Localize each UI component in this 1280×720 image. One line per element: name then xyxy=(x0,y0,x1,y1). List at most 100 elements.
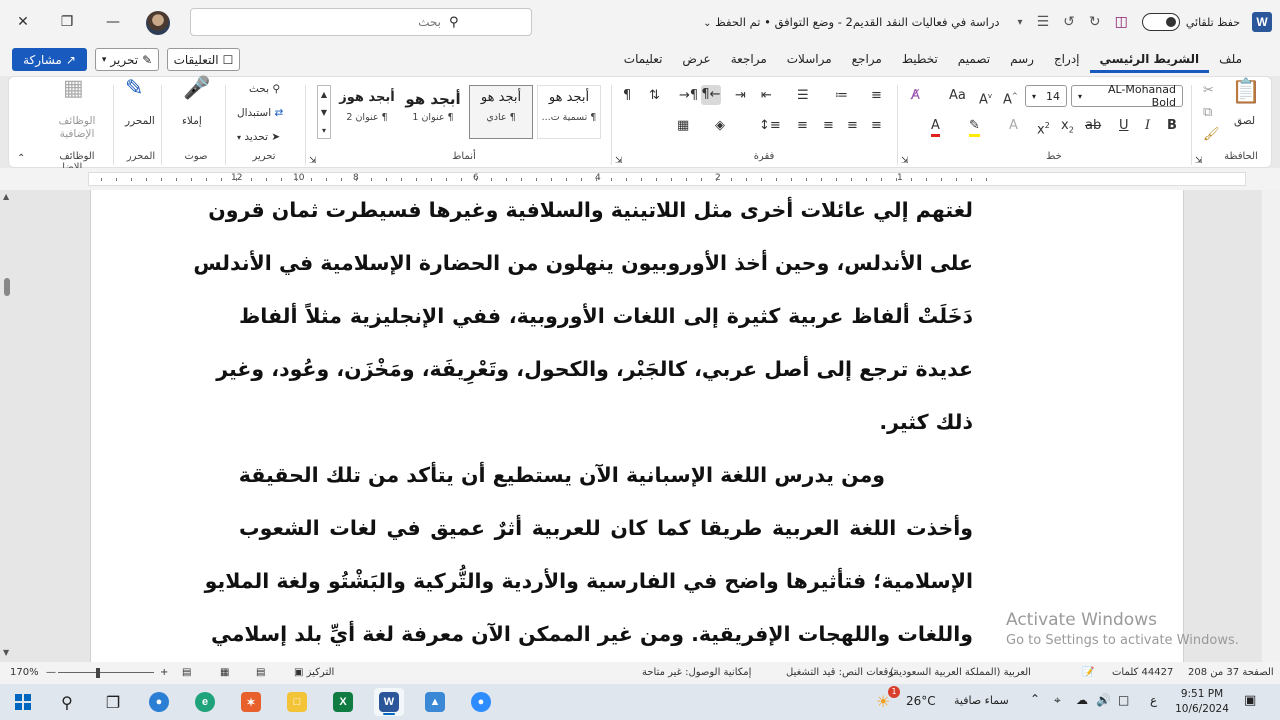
grow-font-icon[interactable]: A^ xyxy=(1003,88,1018,108)
temperature[interactable]: 26°C xyxy=(906,694,936,708)
style-caption[interactable]: أبجد هو ¶ تسمية ت... xyxy=(537,85,601,139)
styles-scroll[interactable]: ▲ ▼ ▾ xyxy=(317,85,331,139)
cut-icon[interactable]: ✂ xyxy=(1203,83,1214,99)
shrink-font-icon[interactable]: Av xyxy=(979,88,992,108)
shading-icon[interactable]: ◈ xyxy=(715,118,725,134)
file-explorer-icon[interactable]: □ xyxy=(282,688,312,716)
focus-button[interactable]: التركيز ▣ xyxy=(294,667,334,678)
paragraph-line[interactable]: دَخَلَتْ ألفاظ عربية كثيرة إلى اللغات ال… xyxy=(239,304,973,344)
restore-button[interactable]: ❐ xyxy=(44,0,90,44)
superscript-icon[interactable]: x2 xyxy=(1037,118,1050,138)
borders-icon[interactable]: ▦ xyxy=(677,118,689,134)
subscript-icon[interactable]: x2 xyxy=(1061,118,1074,139)
document-area[interactable]: لغتهم إلي عائلات أخرى مثل اللاتينية والس… xyxy=(0,190,1262,662)
minimize-button[interactable]: — xyxy=(90,0,136,44)
paragraph-line[interactable]: ذلك كثير. xyxy=(239,410,973,450)
battery-icon[interactable]: □ xyxy=(1118,693,1129,707)
tab-layout[interactable]: تخطيط xyxy=(892,48,948,73)
excel-icon[interactable]: X xyxy=(328,688,358,716)
wifi-icon[interactable]: ⌖ xyxy=(1054,693,1061,708)
change-case-icon[interactable]: Aa xyxy=(949,88,966,104)
scroll-down-icon[interactable]: ▼ xyxy=(3,648,9,657)
read-mode-icon[interactable]: ▤ xyxy=(182,667,191,678)
find-button[interactable]: بحث ⚲ xyxy=(249,83,280,95)
tab-file[interactable]: ملف xyxy=(1209,48,1252,73)
input-language[interactable]: ع xyxy=(1150,693,1157,707)
bullets-icon[interactable]: ≡ xyxy=(871,88,882,104)
addins-icon[interactable]: ▦ xyxy=(63,78,84,100)
highlight-icon[interactable]: ✎ xyxy=(969,118,980,137)
redo-icon[interactable]: ↻ xyxy=(1089,14,1101,30)
align-left-icon[interactable]: ≡ xyxy=(823,118,834,134)
bold-icon[interactable]: B xyxy=(1167,118,1177,134)
tab-home[interactable]: الشريط الرئيسي xyxy=(1089,48,1210,73)
dialog-launcher-icon[interactable]: ⇲ xyxy=(901,153,909,169)
ltr-direction-icon[interactable]: →¶ xyxy=(679,88,698,104)
format-painter-icon[interactable]: 🖌 xyxy=(1203,127,1220,143)
tab-references[interactable]: مراجع xyxy=(842,48,892,73)
language-status[interactable]: العربية (المملكة العربية السعودية) xyxy=(890,667,1031,678)
volume-icon[interactable]: 🔊 xyxy=(1096,693,1111,707)
editor-icon[interactable]: ✎ xyxy=(125,78,143,100)
task-view-icon[interactable]: ❐ xyxy=(98,688,128,716)
zoom-app-icon[interactable]: ● xyxy=(466,688,496,716)
collapse-ribbon-icon[interactable]: ⌃ xyxy=(17,151,25,167)
app-icon[interactable]: ✶ xyxy=(236,688,266,716)
tab-design[interactable]: تصميم xyxy=(948,48,1000,73)
search-input[interactable] xyxy=(191,15,441,29)
share-button[interactable]: مشاركة ↗ xyxy=(12,48,87,71)
select-button[interactable]: ▾ تحديد ➤ xyxy=(237,131,280,143)
tab-mailings[interactable]: مراسلات xyxy=(777,48,842,73)
save-icon[interactable]: ◫ xyxy=(1115,14,1128,30)
autosave[interactable]: حفظ تلقائي xyxy=(1141,13,1240,31)
customize-dropdown-icon[interactable]: ▾ xyxy=(1018,17,1023,28)
dictate-label[interactable]: إملاء xyxy=(182,115,202,127)
scroll-up-icon[interactable]: ▲ xyxy=(3,192,9,201)
document-title[interactable]: دراسة في فعاليات النقد القديم2 - وضع الت… xyxy=(703,15,999,29)
style-heading-2[interactable]: أبجد هوز ¶ عنوان 2 xyxy=(335,85,399,139)
web-layout-icon[interactable]: ▤ xyxy=(256,667,265,678)
document-page[interactable]: لغتهم إلي عائلات أخرى مثل اللاتينية والس… xyxy=(90,190,1184,662)
close-button[interactable]: ✕ xyxy=(0,0,46,44)
replace-button[interactable]: استبدال ⇄ xyxy=(237,107,283,119)
paragraph-line[interactable]: الإسلامية؛ فتأثيرها واضح في الفارسية وال… xyxy=(205,569,973,609)
paragraph-line[interactable]: عديدة ترجع إلى أصل عربي، كالجَبْر، والكح… xyxy=(216,357,973,397)
align-right-icon[interactable]: ≡ xyxy=(871,118,882,134)
zoom-out-icon[interactable]: — xyxy=(46,667,56,678)
tab-draw[interactable]: رسم xyxy=(1000,48,1044,73)
page-count[interactable]: الصفحة 37 من 208 xyxy=(1188,667,1274,678)
font-name-box[interactable]: AL-Mohanad Bold ▾ xyxy=(1071,83,1183,109)
edge-icon[interactable]: e xyxy=(190,688,220,716)
list-icon[interactable]: ☰ xyxy=(1037,14,1050,30)
text-effects-icon[interactable]: A xyxy=(1009,118,1018,134)
scrollbar-thumb[interactable] xyxy=(4,278,10,296)
paragraph-line[interactable]: واللغات واللهجات الإفريقية. ومن غير المم… xyxy=(211,622,973,662)
increase-indent-icon[interactable]: ⇥ xyxy=(735,88,746,104)
decrease-indent-icon[interactable]: ⇤ xyxy=(761,88,772,104)
accessibility-status[interactable]: إمكانية الوصول: غير متاحة xyxy=(642,667,751,678)
copy-icon[interactable]: ⧉ xyxy=(1203,105,1212,121)
tab-insert[interactable]: إدراج xyxy=(1044,48,1090,73)
print-layout-icon[interactable]: ▦ xyxy=(220,667,229,678)
vertical-scrollbar[interactable] xyxy=(1262,190,1280,662)
editing-mode-button[interactable]: ▾ تحرير ✎ xyxy=(95,48,159,71)
line-spacing-icon[interactable]: ↕≡ xyxy=(759,118,781,134)
autosave-toggle[interactable] xyxy=(1141,13,1180,31)
clear-formatting-icon[interactable]: A̸ xyxy=(911,88,920,104)
tab-help[interactable]: تعليمات xyxy=(614,48,673,73)
italic-icon[interactable]: I xyxy=(1145,118,1150,134)
strikethrough-icon[interactable]: ab xyxy=(1085,118,1101,134)
word-taskbar-icon[interactable]: W xyxy=(374,688,404,716)
sort-icon[interactable]: ⇅ xyxy=(649,88,660,104)
photos-icon[interactable]: ▲ xyxy=(420,688,450,716)
browser-icon[interactable]: ● xyxy=(144,688,174,716)
addins-label[interactable]: الوظائف الإضافية xyxy=(57,115,97,141)
proofing-icon[interactable]: 📝 xyxy=(1082,667,1094,678)
style-normal[interactable]: أبجد هو ¶ عادي xyxy=(469,85,533,139)
paste-icon[interactable]: 📋 xyxy=(1231,79,1261,103)
tab-review[interactable]: مراجعة xyxy=(721,48,777,73)
undo-icon[interactable]: ↺ xyxy=(1063,14,1075,30)
microphone-icon[interactable]: 🎤 xyxy=(183,78,210,100)
search-icon[interactable]: ⚲ xyxy=(52,688,82,716)
zoom-in-icon[interactable]: + xyxy=(160,667,168,678)
